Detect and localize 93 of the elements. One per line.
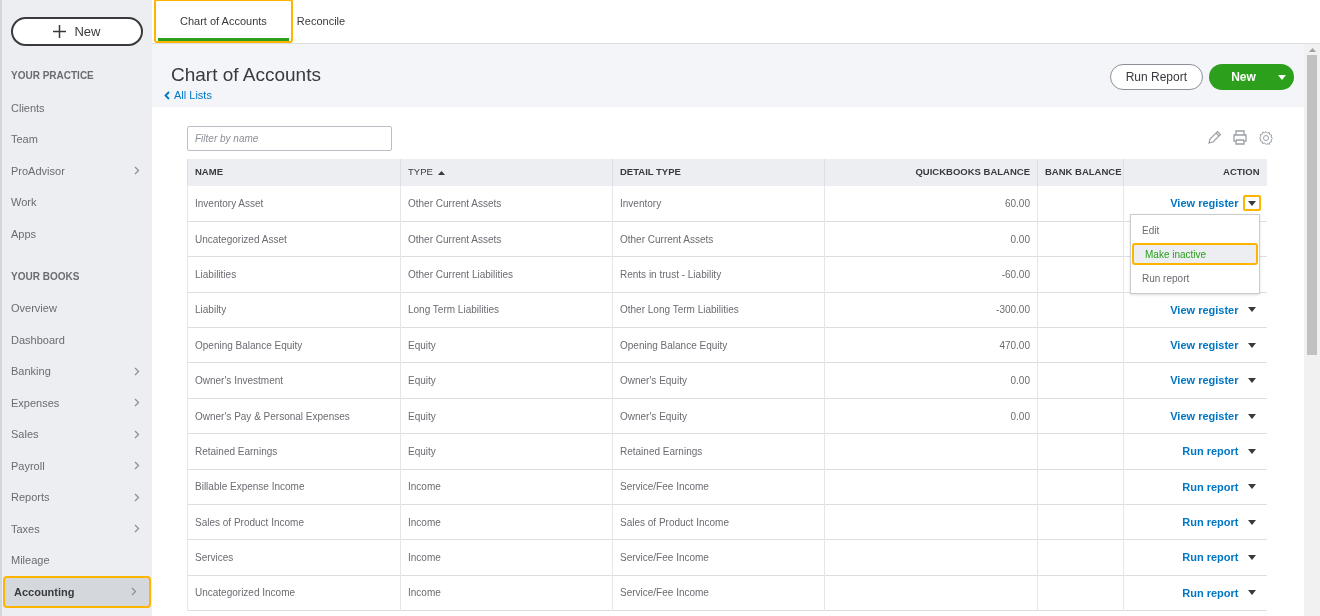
table-cell: Other Current Assets xyxy=(612,221,825,257)
table-cell: Services xyxy=(187,539,401,576)
table-cell: Uncategorized Asset xyxy=(187,221,401,257)
action-link[interactable]: Run report xyxy=(1182,513,1239,531)
table-cell: Equity xyxy=(400,327,613,363)
column-header[interactable]: DETAIL TYPE xyxy=(612,159,825,186)
column-header[interactable]: TYPE xyxy=(400,159,613,186)
sidebar-item[interactable]: Expenses xyxy=(2,387,152,419)
run-report-button[interactable]: Run Report xyxy=(1109,64,1203,90)
table-cell: Sales of Product Income xyxy=(187,504,401,540)
table-cell: Income xyxy=(400,469,613,505)
action-link[interactable]: View register xyxy=(1170,337,1239,354)
page-title: Chart of Accounts xyxy=(171,64,321,86)
sort-up-icon xyxy=(437,170,445,175)
sidebar-item[interactable]: Reports xyxy=(2,481,152,513)
column-header[interactable]: BANK BALANCE xyxy=(1037,159,1124,186)
sidebar-item[interactable]: Team xyxy=(2,123,152,155)
table-cell: Service/Fee Income xyxy=(612,539,825,576)
sidebar-item[interactable]: Dashboard xyxy=(2,324,152,356)
new-split-button[interactable]: New xyxy=(1209,64,1294,90)
table-cell: Income xyxy=(400,504,613,540)
table-cell: Other Current Liabilities xyxy=(400,256,613,293)
action-link[interactable]: Run report xyxy=(1182,478,1239,496)
table-cell: Billable Expense Income xyxy=(187,469,401,505)
column-header[interactable]: NAME xyxy=(187,159,401,186)
action-link[interactable]: View register xyxy=(1170,195,1239,212)
sidebar-item[interactable]: Sales xyxy=(2,418,152,450)
new-button[interactable]: New xyxy=(11,17,143,46)
table-cell: Other Current Assets xyxy=(400,221,613,257)
action-link[interactable]: View register xyxy=(1170,407,1239,425)
table-cell: Rents in trust - Liability xyxy=(612,256,825,293)
table-cell: Long Term Liabilities xyxy=(400,292,613,328)
sidebar-item[interactable]: Work xyxy=(2,186,152,218)
sidebar-item[interactable]: ProAdvisor xyxy=(2,155,152,187)
sidebar-item[interactable]: Overview xyxy=(2,292,152,324)
sidebar-item[interactable]: Taxes xyxy=(2,513,152,545)
table-cell: Owner's Equity xyxy=(612,398,825,434)
action-link[interactable]: View register xyxy=(1170,301,1239,319)
caret-down-icon xyxy=(1278,74,1286,80)
table-cell: Liabilty xyxy=(187,292,401,328)
scrollbar-thumb[interactable] xyxy=(1307,55,1317,355)
menu-item[interactable]: Edit xyxy=(1131,219,1259,241)
table-cell: 60.00 xyxy=(824,186,1038,222)
section-heading: YOUR PRACTICE xyxy=(10,69,95,83)
table-cell: 470.00 xyxy=(824,327,1038,363)
table-cell: Equity xyxy=(400,362,613,399)
table-cell: Equity xyxy=(400,433,613,470)
menu-item[interactable]: Run report xyxy=(1131,267,1259,289)
table-cell: Retained Earnings xyxy=(187,433,401,470)
chevron-left-icon xyxy=(164,90,170,100)
table-cell: Opening Balance Equity xyxy=(187,327,401,363)
sidebar-item[interactable]: Clients xyxy=(2,92,152,124)
all-lists-link[interactable]: All Lists xyxy=(164,87,321,104)
table-cell: -60.00 xyxy=(824,256,1038,293)
table-cell: Retained Earnings xyxy=(612,433,825,470)
table-cell: Equity xyxy=(400,398,613,434)
table-cell: Owner's Equity xyxy=(612,362,825,399)
column-header[interactable]: QUICKBOOKS BALANCE xyxy=(824,159,1038,186)
action-link[interactable]: Run report xyxy=(1182,584,1239,602)
table-cell: Income xyxy=(400,575,613,611)
table-cell: Service/Fee Income xyxy=(612,469,825,505)
sidebar-item[interactable]: Mileage xyxy=(2,544,152,576)
sidebar-item[interactable]: Apps xyxy=(2,218,152,250)
table-cell: Other Long Term Liabilities xyxy=(612,292,825,328)
sidebar-item[interactable]: Accounting xyxy=(3,576,151,608)
table-cell: -300.00 xyxy=(824,292,1038,328)
sidebar-item[interactable]: Banking xyxy=(2,355,152,387)
filter-field[interactable]: Filter by name xyxy=(187,126,392,151)
table-cell: 0.00 xyxy=(824,221,1038,257)
section-heading: YOUR BOOKS xyxy=(10,269,81,284)
plus-icon xyxy=(53,25,67,38)
table-cell: Inventory Asset xyxy=(187,186,401,222)
table-cell: Sales of Product Income xyxy=(612,504,825,540)
menu-item[interactable]: Make inactive xyxy=(1132,243,1258,265)
table-cell: Uncategorized Income xyxy=(187,575,401,611)
table-cell: 0.00 xyxy=(824,398,1038,434)
pencil-icon[interactable] xyxy=(1207,130,1222,145)
tab[interactable]: Reconcile xyxy=(292,0,350,43)
action-link[interactable]: View register xyxy=(1170,372,1239,389)
caret-down-icon[interactable] xyxy=(1242,195,1261,212)
table-cell: Income xyxy=(400,539,613,576)
table-cell: Owner's Pay & Personal Expenses xyxy=(187,398,401,434)
table-cell: Opening Balance Equity xyxy=(612,327,825,363)
table-cell: Owner's Investment xyxy=(187,362,401,399)
sidebar-item[interactable]: Payroll xyxy=(2,450,152,482)
column-header[interactable]: ACTION xyxy=(1123,159,1267,186)
table-cell: Other Current Assets xyxy=(400,186,613,222)
action-link[interactable]: Run report xyxy=(1182,549,1239,566)
table-cell: 0.00 xyxy=(824,362,1038,399)
table-cell: Inventory xyxy=(612,186,825,222)
table-cell: Liabilities xyxy=(187,256,401,293)
table-cell: Service/Fee Income xyxy=(612,575,825,611)
action-link[interactable]: Run report xyxy=(1182,443,1239,460)
